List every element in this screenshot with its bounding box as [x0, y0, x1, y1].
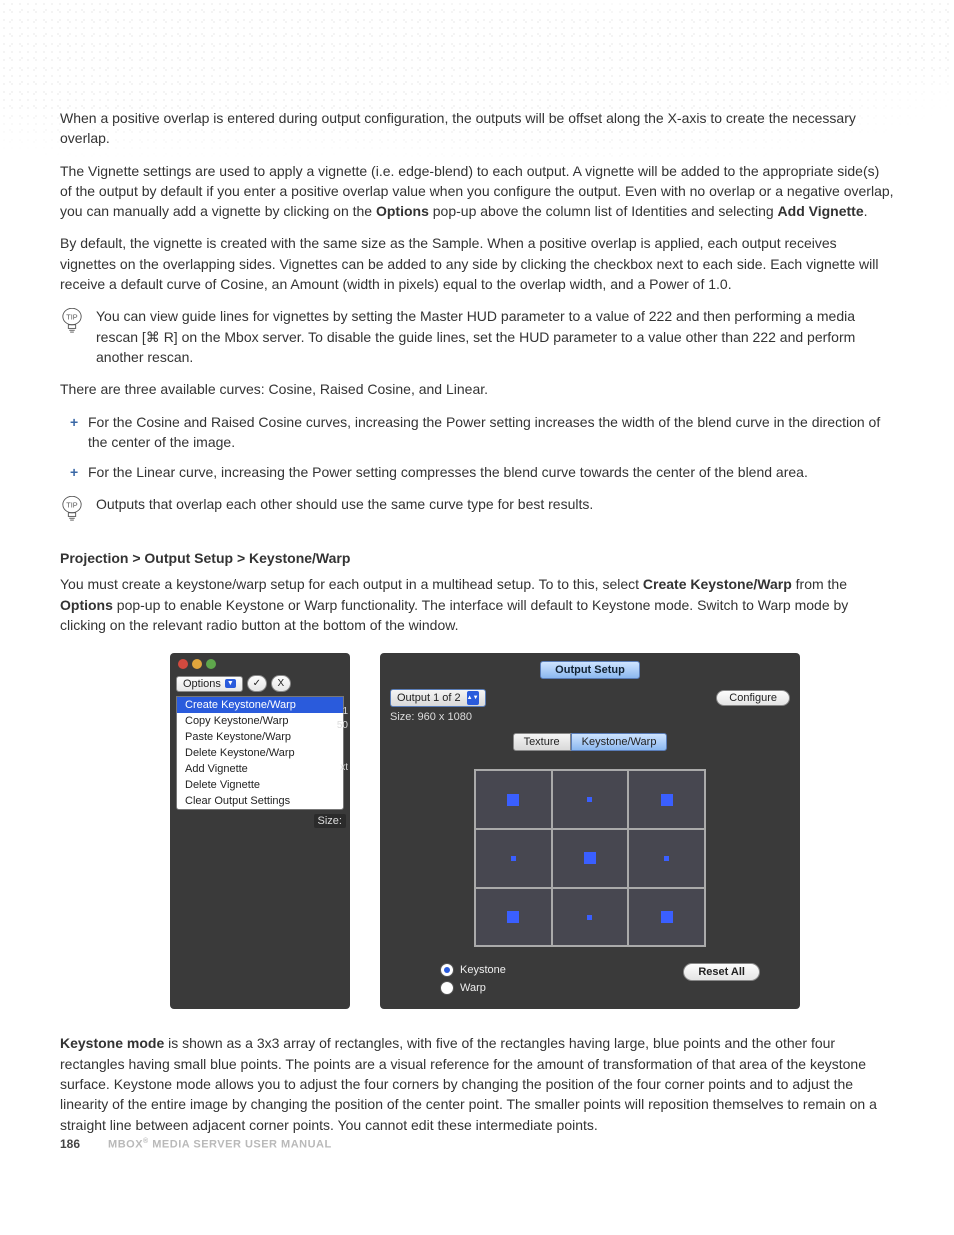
heading-keystone: Projection > Output Setup > Keystone/War…: [60, 550, 894, 566]
curve-bullets: For the Cosine and Raised Cosine curves,…: [60, 412, 894, 483]
keystone-point-tl[interactable]: [475, 770, 552, 829]
menu-item-copy-keystone[interactable]: Copy Keystone/Warp: [177, 713, 343, 729]
page-footer: 186 MBOX® MEDIA SERVER USER MANUAL: [60, 1137, 332, 1151]
size-label: Size:: [314, 814, 346, 828]
options-menu-list: Create Keystone/Warp Copy Keystone/Warp …: [176, 696, 344, 810]
radio-warp-label: Warp: [460, 982, 486, 994]
hint-num2: 50: [337, 719, 348, 733]
para-vignette-intro: The Vignette settings are used to apply …: [60, 161, 894, 222]
tip-text: You can view guide lines for vignettes b…: [96, 306, 894, 367]
options-dropdown-button[interactable]: Options ▼: [176, 676, 243, 692]
bold-keystone-mode: Keystone mode: [60, 1035, 164, 1051]
tip-icon: TIP: [60, 494, 84, 524]
minimize-icon[interactable]: [192, 659, 202, 669]
text: pop-up above the column list of Identiti…: [429, 203, 778, 219]
svg-text:TIP: TIP: [66, 313, 78, 322]
text: You must create a keystone/warp setup fo…: [60, 576, 643, 592]
keystone-point-bl[interactable]: [475, 888, 552, 947]
zoom-icon[interactable]: [206, 659, 216, 669]
keystone-point-bc: [552, 888, 629, 947]
para-vignette-default: By default, the vignette is created with…: [60, 233, 894, 294]
keystone-point-center[interactable]: [552, 829, 629, 888]
text: is shown as a 3x3 array of rectangles, w…: [60, 1035, 877, 1132]
cancel-button[interactable]: X: [271, 675, 291, 692]
menu-item-create-keystone[interactable]: Create Keystone/Warp: [177, 697, 343, 713]
chevron-down-icon: ▼: [225, 679, 236, 688]
keystone-point-mr: [628, 829, 705, 888]
menu-item-clear-output[interactable]: Clear Output Settings: [177, 793, 343, 809]
svg-text:TIP: TIP: [66, 501, 78, 510]
figure-output-setup: Output Setup Output 1 of 2 ▲▼ Configure …: [380, 653, 800, 1009]
text: .: [864, 203, 868, 219]
hint-xt: xt: [337, 761, 348, 775]
page-number: 186: [60, 1137, 80, 1151]
tab-output-setup[interactable]: Output Setup: [540, 661, 640, 679]
figure-options-menu: Options ▼ ✓ X Create Keystone/Warp Copy …: [170, 653, 350, 1009]
subtab-keystone-warp[interactable]: Keystone/Warp: [571, 733, 668, 751]
manual-suffix: MEDIA SERVER USER MANUAL: [149, 1139, 332, 1151]
keystone-point-tc: [552, 770, 629, 829]
text: pop-up to enable Keystone or Warp functi…: [60, 597, 848, 633]
tip-same-curve: TIP Outputs that overlap each other shou…: [60, 494, 894, 524]
bullet-linear: For the Linear curve, increasing the Pow…: [88, 462, 894, 482]
bold-options-2: Options: [60, 597, 113, 613]
output-size-label: Size: 960 x 1080: [390, 711, 790, 723]
tip-guidelines: TIP You can view guide lines for vignett…: [60, 306, 894, 367]
bold-options: Options: [376, 203, 429, 219]
para-curves: There are three available curves: Cosine…: [60, 379, 894, 399]
radio-keystone[interactable]: Keystone: [440, 963, 506, 977]
keystone-point-br[interactable]: [628, 888, 705, 947]
menu-item-add-vignette[interactable]: Add Vignette: [177, 761, 343, 777]
menu-item-delete-keystone[interactable]: Delete Keystone/Warp: [177, 745, 343, 761]
keystone-point-ml: [475, 829, 552, 888]
bold-add-vignette: Add Vignette: [778, 203, 864, 219]
radio-keystone-label: Keystone: [460, 964, 506, 976]
apply-button[interactable]: ✓: [247, 675, 267, 692]
output-selector[interactable]: Output 1 of 2 ▲▼: [390, 689, 486, 707]
radio-warp[interactable]: Warp: [440, 981, 506, 995]
stepper-icon: ▲▼: [467, 691, 479, 705]
tip-icon: TIP: [60, 306, 84, 367]
bold-create-keystone: Create Keystone/Warp: [643, 576, 792, 592]
configure-button[interactable]: Configure: [716, 690, 790, 706]
subtab-texture[interactable]: Texture: [513, 733, 571, 751]
manual-prefix: MBOX: [108, 1139, 143, 1151]
reset-all-button[interactable]: Reset All: [683, 963, 760, 981]
close-icon[interactable]: [178, 659, 188, 669]
output-selector-label: Output 1 of 2: [397, 692, 461, 704]
manual-title: MBOX® MEDIA SERVER USER MANUAL: [108, 1138, 332, 1151]
hint-num: 1: [337, 705, 348, 719]
tip-text: Outputs that overlap each other should u…: [96, 494, 894, 524]
keystone-grid[interactable]: [474, 769, 706, 947]
para-keystone-mode: Keystone mode is shown as a 3x3 array of…: [60, 1033, 894, 1134]
window-titlebar: [170, 653, 350, 673]
options-label: Options: [183, 678, 221, 690]
menu-item-paste-keystone[interactable]: Paste Keystone/Warp: [177, 729, 343, 745]
para-create-keystone: You must create a keystone/warp setup fo…: [60, 574, 894, 635]
text: from the: [792, 576, 847, 592]
keystone-point-tr[interactable]: [628, 770, 705, 829]
menu-item-delete-vignette[interactable]: Delete Vignette: [177, 777, 343, 793]
bullet-cosine: For the Cosine and Raised Cosine curves,…: [88, 412, 894, 453]
para-overlap: When a positive overlap is entered durin…: [60, 108, 894, 149]
